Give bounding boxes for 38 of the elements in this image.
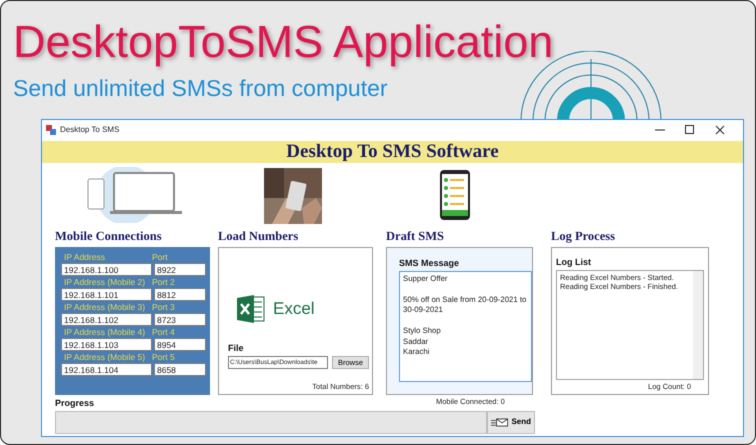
window-title: Desktop To SMS (60, 124, 120, 136)
banner-title: DesktopToSMS Application (13, 19, 554, 64)
port-field[interactable]: 8922 (154, 263, 206, 276)
app-icon (46, 125, 56, 135)
ip-address-field[interactable]: 192.168.1.102 (61, 313, 152, 326)
ip-address-label: IP Address (Mobile 2) (63, 276, 146, 288)
logo-text: Excel (273, 298, 315, 320)
port-label: Port 4 (152, 326, 175, 338)
ip-address-label: IP Address (Mobile 5) (63, 351, 146, 363)
port-field[interactable]: 8658 (154, 363, 206, 376)
port-label: Port 5 (152, 351, 175, 363)
ip-address-field[interactable]: 192.168.1.103 (61, 338, 152, 351)
ip-address-label: IP Address (Mobile 3) (63, 301, 146, 313)
port-label: Port 2 (152, 276, 175, 288)
ip-address-label: IP Address (Mobile 4) (63, 326, 146, 338)
section-heading: Draft SMS (386, 229, 445, 243)
ip-address-field[interactable]: 192.168.1.101 (61, 288, 152, 301)
ip-address-field[interactable]: 192.168.1.104 (61, 363, 152, 376)
port-label: Port (152, 251, 168, 263)
file-label: File (228, 342, 245, 355)
banner-subtitle: Send unlimited SMSs from computer (13, 77, 388, 100)
section-heading: Load Numbers (218, 229, 300, 243)
port-label: Port 3 (152, 301, 175, 313)
ip-address-label: IP Address (63, 251, 106, 263)
app-header: Desktop To SMS Software (42, 141, 743, 163)
send-button[interactable]: Send (487, 410, 535, 434)
log-list-label: Log List (555, 256, 592, 269)
port-field[interactable]: 8723 (154, 313, 206, 326)
spreadsheet-icon (237, 294, 265, 324)
port-field[interactable]: 8812 (154, 288, 206, 301)
envelope-icon (491, 416, 508, 428)
progress-label: Progress (55, 397, 94, 410)
section-heading: Mobile Connections (55, 229, 163, 243)
section-heading: Log Process (551, 229, 616, 243)
phone-app-drawing (438, 169, 472, 221)
ip-address-field[interactable]: 192.168.1.100 (61, 263, 152, 276)
sms-message-label: SMS Message (399, 257, 460, 270)
port-field[interactable]: 8954 (154, 338, 206, 351)
